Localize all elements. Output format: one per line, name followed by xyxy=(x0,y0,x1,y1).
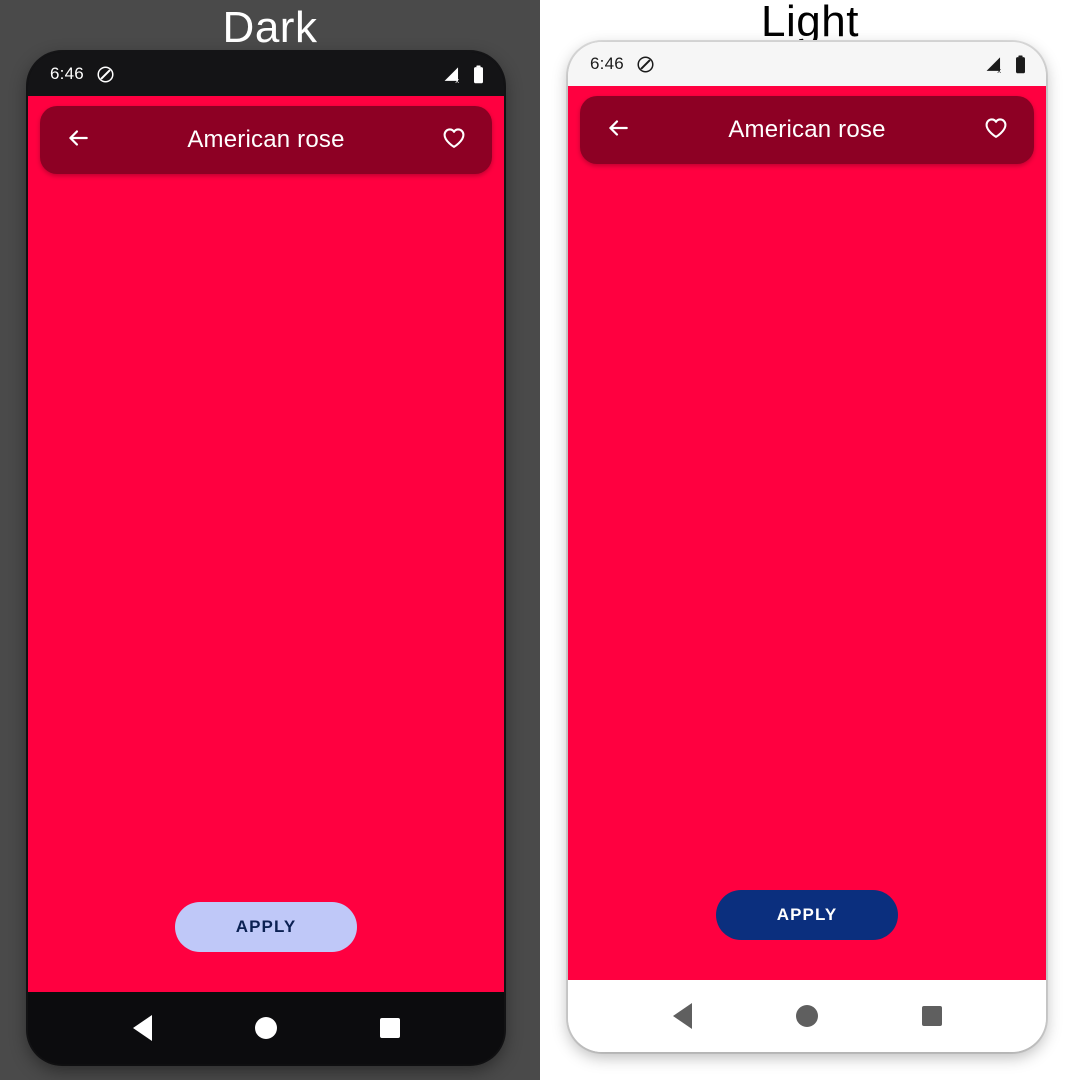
phone-screen-dark: 6:46 x American rose APPLY xyxy=(28,52,504,1064)
apply-button[interactable]: APPLY xyxy=(716,890,898,940)
status-bar-left-icons xyxy=(96,65,115,84)
panel-light: Light 6:46 x American rose APPLY xyxy=(540,0,1080,1080)
nav-back-triangle-icon[interactable] xyxy=(119,1005,165,1051)
signal-no-service-icon: x xyxy=(985,55,1004,74)
appbar-light: American rose xyxy=(580,96,1034,164)
nav-back-triangle-icon[interactable] xyxy=(659,993,705,1039)
apply-button[interactable]: APPLY xyxy=(175,902,357,952)
color-preview-area-dark: APPLY xyxy=(28,174,504,992)
phone-device-light: 6:46 x American rose APPLY xyxy=(568,42,1046,1052)
do-not-disturb-icon xyxy=(96,65,115,84)
appbar-dark: American rose xyxy=(40,106,492,174)
nav-recents-square-icon[interactable] xyxy=(367,1005,413,1051)
status-bar-right-icons: x xyxy=(443,65,486,84)
svg-text:x: x xyxy=(455,75,459,83)
favorite-button[interactable] xyxy=(976,110,1016,150)
svg-text:x: x xyxy=(997,65,1001,73)
panel-dark: Dark 6:46 x American rose APPLY xyxy=(0,0,540,1080)
phone-screen-light: 6:46 x American rose APPLY xyxy=(568,42,1046,1052)
status-bar-light: 6:46 x xyxy=(568,42,1046,86)
app-content-dark: American rose APPLY xyxy=(28,96,504,992)
nav-recents-square-icon[interactable] xyxy=(909,993,955,1039)
comparison-stage: Dark 6:46 x American rose APPLY Light 6:… xyxy=(0,0,1080,1080)
system-nav-bar-light xyxy=(568,980,1046,1052)
back-button[interactable] xyxy=(58,120,98,160)
signal-no-service-icon: x xyxy=(443,65,462,84)
panel-caption-light: Light xyxy=(761,0,859,46)
status-bar-clock: 6:46 xyxy=(590,54,624,73)
battery-full-icon xyxy=(1013,55,1028,74)
arrow-back-icon xyxy=(605,115,631,146)
heart-outline-icon xyxy=(983,115,1009,146)
appbar-container-light: American rose xyxy=(568,86,1046,164)
status-bar-right-icons: x xyxy=(985,55,1028,74)
back-button[interactable] xyxy=(598,110,638,150)
color-preview-area-light: APPLY xyxy=(568,164,1046,980)
status-bar-dark: 6:46 x xyxy=(28,52,504,96)
heart-outline-icon xyxy=(441,125,467,156)
appbar-container-dark: American rose xyxy=(28,96,504,174)
battery-full-icon xyxy=(471,65,486,84)
do-not-disturb-icon xyxy=(636,55,655,74)
arrow-back-icon xyxy=(65,125,91,156)
panel-caption-dark: Dark xyxy=(222,3,318,52)
appbar-title-dark: American rose xyxy=(187,126,345,153)
phone-device-dark: 6:46 x American rose APPLY xyxy=(28,52,504,1064)
favorite-button[interactable] xyxy=(434,120,474,160)
app-content-light: American rose APPLY xyxy=(568,86,1046,980)
nav-home-circle-icon[interactable] xyxy=(784,993,830,1039)
status-bar-left-icons xyxy=(636,55,655,74)
appbar-title-light: American rose xyxy=(728,116,886,143)
status-bar-clock: 6:46 xyxy=(50,64,84,83)
nav-home-circle-icon[interactable] xyxy=(243,1005,289,1051)
system-nav-bar-dark xyxy=(28,992,504,1064)
